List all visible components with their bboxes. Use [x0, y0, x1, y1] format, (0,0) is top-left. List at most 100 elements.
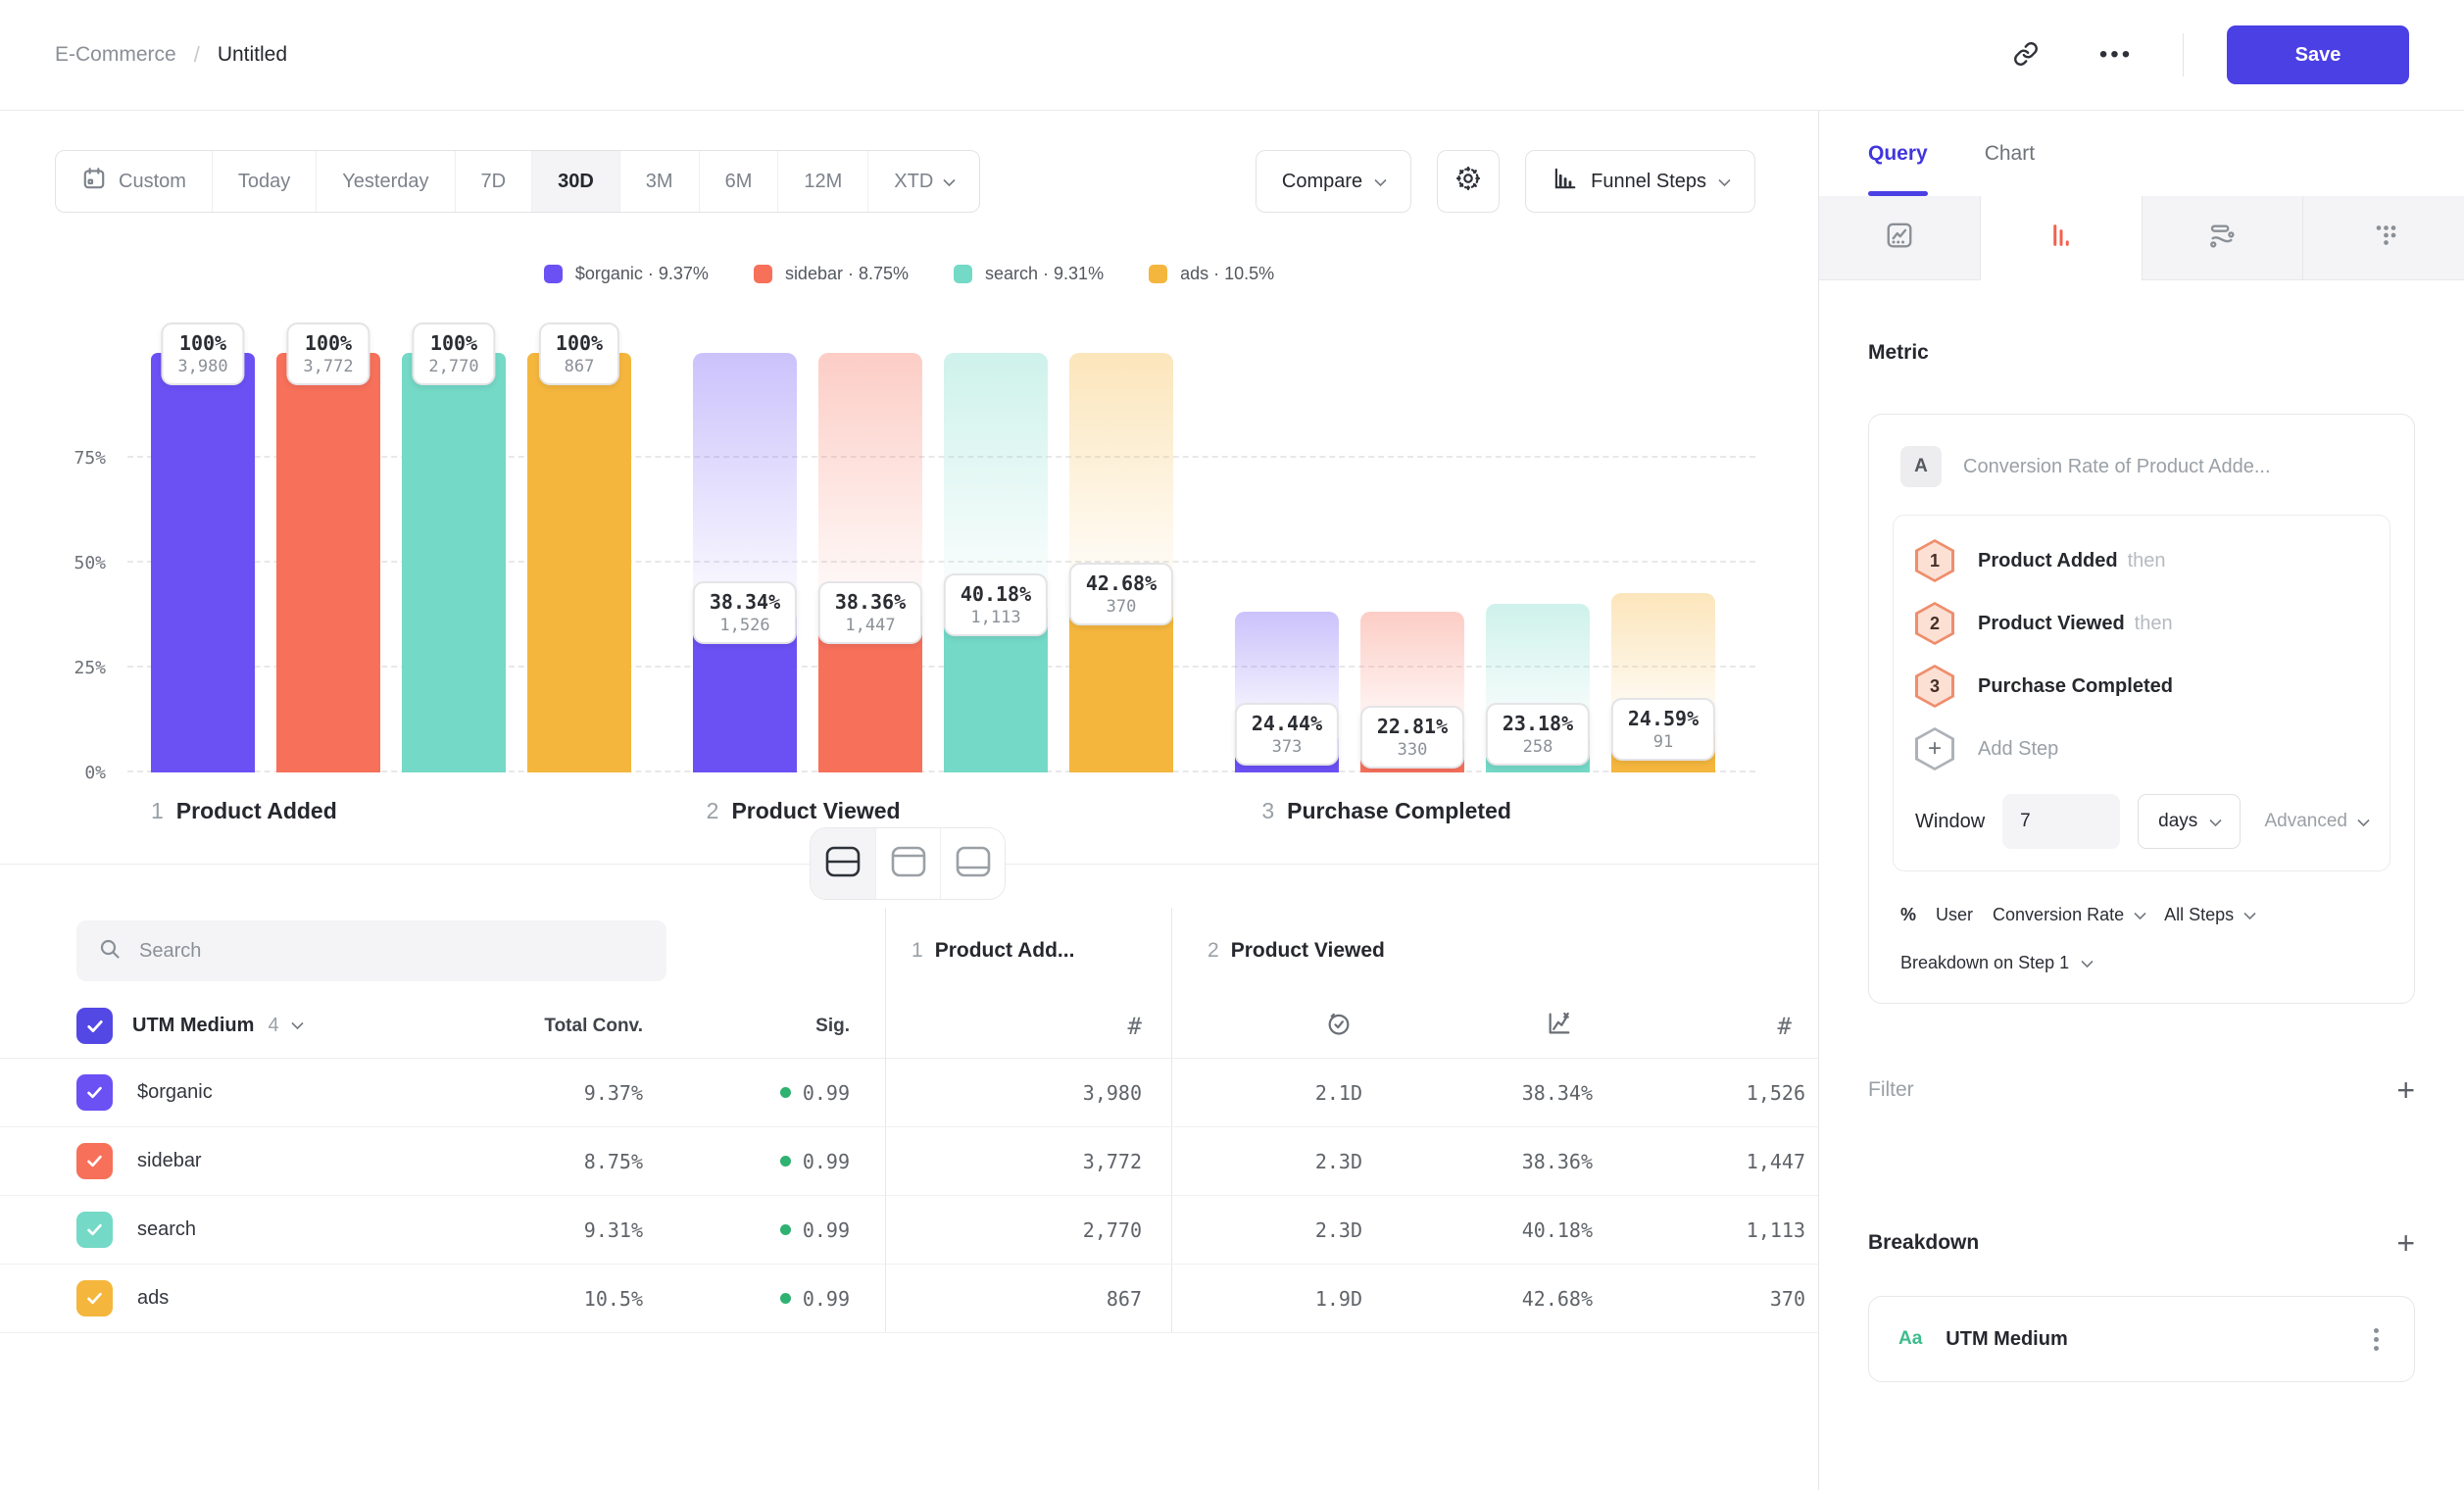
- funnel-bar-ads-step3[interactable]: 24.59%91: [1611, 353, 1715, 772]
- chevron-down-icon: [1374, 174, 1387, 186]
- query-step-3[interactable]: 3Purchase Completed: [1915, 655, 2368, 718]
- step-number: 2: [707, 798, 719, 824]
- funnel-bar-organic-step1[interactable]: 100%3,980: [151, 353, 255, 772]
- table-row-ads[interactable]: ads10.5%0.998671.9D42.68%370: [0, 1265, 1818, 1333]
- bar-value-label: 100%3,980: [161, 323, 244, 385]
- range-button-xtd[interactable]: XTD: [867, 151, 979, 212]
- measure-user-select[interactable]: User: [1936, 905, 1973, 925]
- layout-table-only-button[interactable]: [940, 828, 1005, 899]
- viewed-pct-cell: 40.18%: [1368, 1196, 1593, 1264]
- breakdown-item[interactable]: Aa UTM Medium: [1868, 1296, 2415, 1382]
- chart-type-funnel-tab[interactable]: [1980, 196, 2142, 280]
- count-column-icon[interactable]: #: [1128, 1013, 1142, 1040]
- advanced-toggle[interactable]: Advanced: [2264, 811, 2368, 832]
- kebab-menu-icon[interactable]: [2368, 1322, 2385, 1357]
- row-checkbox[interactable]: [76, 1143, 113, 1179]
- funnel-bar-search-step1[interactable]: 100%2,770: [402, 353, 506, 772]
- range-button-today[interactable]: Today: [212, 151, 316, 212]
- bar-count: 1,113: [961, 608, 1031, 627]
- breadcrumb-workspace[interactable]: E-Commerce: [55, 43, 176, 67]
- search-field[interactable]: [76, 920, 666, 981]
- conversion-window-row: Window days Advanced: [1915, 794, 2368, 849]
- funnel-bar-search-step3[interactable]: 23.18%258: [1486, 353, 1590, 772]
- layout-split-button[interactable]: [811, 828, 875, 899]
- metric-summary[interactable]: A Conversion Rate of Product Adde...: [1893, 440, 2390, 487]
- range-button-custom[interactable]: Custom: [56, 151, 212, 212]
- add-filter-button[interactable]: +: [2396, 1074, 2415, 1106]
- legend-item-organic[interactable]: $organic · 9.37%: [544, 264, 709, 284]
- bar-count: 330: [1377, 740, 1448, 760]
- chart-type-line-tab[interactable]: [1819, 196, 1980, 280]
- range-button-6m[interactable]: 6M: [699, 151, 778, 212]
- row-checkbox[interactable]: [76, 1212, 113, 1248]
- range-button-30d[interactable]: 30D: [531, 151, 619, 212]
- query-step-2[interactable]: 2Product Viewedthen: [1915, 592, 2368, 655]
- table-row-sidebar[interactable]: sidebar8.75%0.993,7722.3D38.36%1,447: [0, 1127, 1818, 1196]
- funnel-bar-organic-step2[interactable]: 38.34%1,526: [693, 353, 797, 772]
- table-row-organic[interactable]: $organic9.37%0.993,9802.1D38.34%1,526: [0, 1059, 1818, 1127]
- more-options-button[interactable]: •••: [2093, 31, 2140, 78]
- tab-chart[interactable]: Chart: [1985, 111, 2035, 196]
- breakdown-on-step-select[interactable]: Breakdown on Step 1: [1893, 953, 2390, 973]
- legend-item-ads[interactable]: ads · 10.5%: [1149, 264, 1274, 284]
- layout-chart-only-button[interactable]: [875, 828, 940, 899]
- measure-metric-select[interactable]: Conversion Rate: [1993, 905, 2144, 925]
- range-button-3m[interactable]: 3M: [619, 151, 699, 212]
- range-button-12m[interactable]: 12M: [777, 151, 867, 212]
- advanced-label: Advanced: [2264, 811, 2347, 832]
- funnel-bar-search-step2[interactable]: 40.18%1,113: [944, 353, 1048, 772]
- row-name-cell: sidebar: [76, 1127, 410, 1195]
- funnel-bar-sidebar-step3[interactable]: 22.81%330: [1360, 353, 1464, 772]
- window-unit-select[interactable]: days: [2138, 794, 2241, 849]
- add-breakdown-button[interactable]: +: [2396, 1227, 2415, 1259]
- bottom-panel-view-icon: [955, 845, 992, 883]
- chart-type-tabs: [1819, 196, 2464, 280]
- window-value-input[interactable]: [2002, 794, 2120, 849]
- funnel-bar-sidebar-step2[interactable]: 38.36%1,447: [818, 353, 922, 772]
- funnel-bar-sidebar-step1[interactable]: 100%3,772: [276, 353, 380, 772]
- breakdown-column-header[interactable]: UTM Medium 4: [132, 1015, 302, 1037]
- chart-settings-button[interactable]: [1437, 150, 1500, 213]
- significance-dot: [780, 1156, 791, 1167]
- topbar-divider: [2183, 33, 2184, 76]
- compare-button[interactable]: Compare: [1256, 150, 1411, 213]
- funnel-bar-organic-step3[interactable]: 24.44%373: [1235, 353, 1339, 772]
- select-all-checkbox[interactable]: [76, 1008, 113, 1044]
- measure-scope-select[interactable]: All Steps: [2164, 905, 2254, 925]
- legend-item-sidebar[interactable]: sidebar · 8.75%: [754, 264, 909, 284]
- row-checkbox[interactable]: [76, 1280, 113, 1316]
- funnel-solid-bar: [151, 353, 255, 772]
- tab-query[interactable]: Query: [1868, 111, 1928, 196]
- breadcrumb-current[interactable]: Untitled: [218, 43, 287, 67]
- chart-type-scatter-tab[interactable]: [2302, 196, 2464, 280]
- chart-type-flow-tab[interactable]: [2142, 196, 2303, 280]
- save-button[interactable]: Save: [2227, 25, 2409, 84]
- conversion-column-icon[interactable]: [1546, 1010, 1573, 1042]
- avg-time-column-icon[interactable]: [1325, 1010, 1353, 1042]
- range-button-7d[interactable]: 7D: [455, 151, 532, 212]
- funnel-bar-ads-step2[interactable]: 42.68%370: [1069, 353, 1173, 772]
- sig-cell: 0.99: [643, 1196, 885, 1264]
- chart-type-button[interactable]: Funnel Steps: [1525, 150, 1755, 213]
- range-button-yesterday[interactable]: Yesterday: [316, 151, 454, 212]
- row-checkbox[interactable]: [76, 1074, 113, 1111]
- sig-value: 0.99: [803, 1287, 850, 1311]
- total-conv-header[interactable]: Total Conv.: [544, 1016, 643, 1037]
- funnel-solid-bar: [276, 353, 380, 772]
- breadcrumb: E-Commerce / Untitled: [55, 42, 287, 68]
- bar-value-label: 24.59%91: [1611, 698, 1715, 761]
- funnel-steps-icon: [1552, 166, 1577, 197]
- query-step-1[interactable]: 1Product Addedthen: [1915, 529, 2368, 592]
- add-step-button[interactable]: + Add Step: [1915, 718, 2368, 780]
- breakdown-count: 4: [268, 1015, 278, 1037]
- sig-header[interactable]: Sig.: [815, 1016, 850, 1037]
- share-link-button[interactable]: [2002, 31, 2049, 78]
- table-row-search[interactable]: search9.31%0.992,7702.3D40.18%1,113: [0, 1196, 1818, 1265]
- legend-swatch: [1149, 265, 1167, 283]
- section-divider: [0, 864, 1818, 865]
- legend-item-search[interactable]: search · 9.31%: [954, 264, 1104, 284]
- funnel-bar-ads-step1[interactable]: 100%867: [527, 353, 631, 772]
- search-input[interactable]: [139, 940, 645, 963]
- total-conv-cell: 9.37%: [410, 1059, 643, 1126]
- count-column-icon[interactable]: #: [1778, 1013, 1792, 1040]
